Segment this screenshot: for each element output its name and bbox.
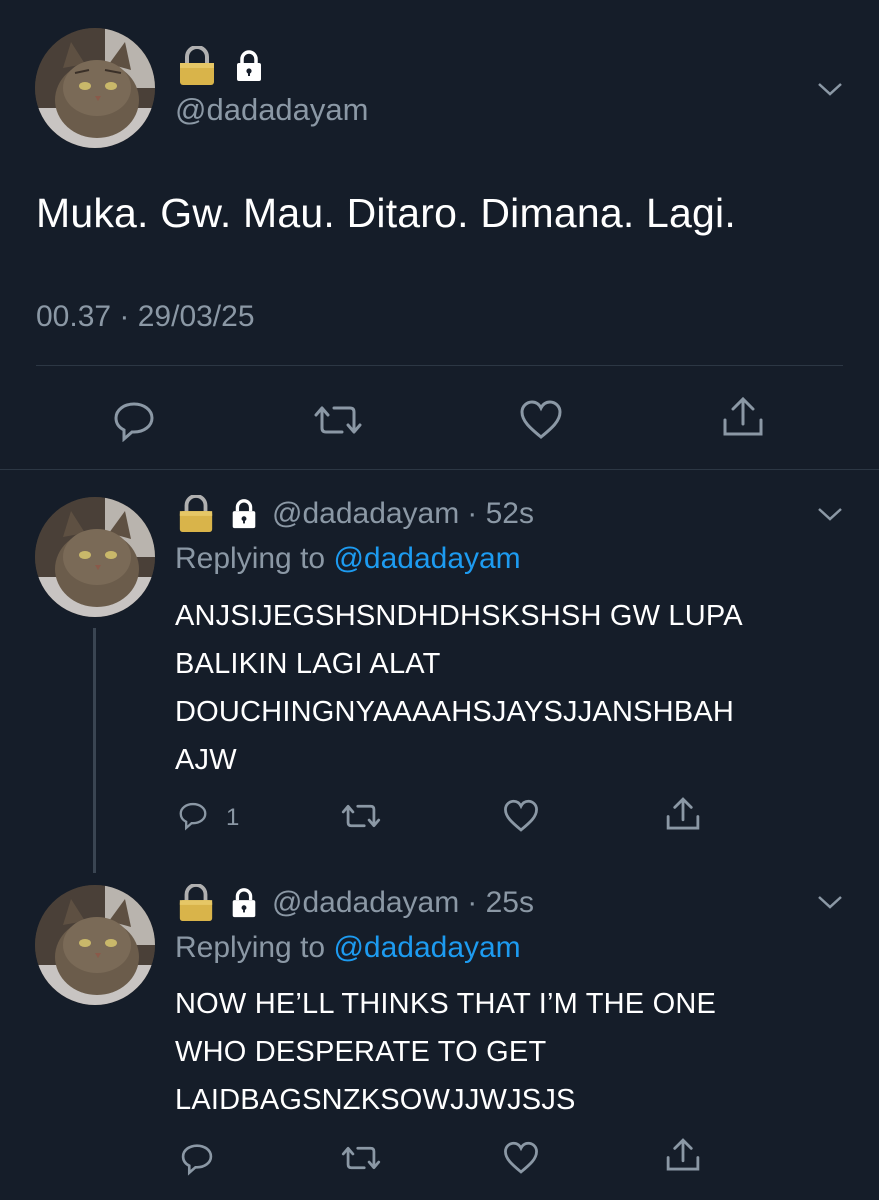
like-icon[interactable] xyxy=(502,1140,540,1176)
reply-time[interactable]: · 52s xyxy=(467,497,534,531)
divider xyxy=(36,365,843,366)
tweet-text: Muka. Gw. Mau. Ditaro. Dimana. Lagi. xyxy=(36,190,736,236)
divider xyxy=(0,469,879,470)
badges xyxy=(176,46,266,86)
reply-text: NOW HE’LL THINKS THAT I’M THE ONE WHO DE… xyxy=(175,980,855,1124)
share-icon[interactable] xyxy=(720,394,766,440)
cat-avatar xyxy=(35,28,155,148)
share-icon[interactable] xyxy=(664,795,702,833)
like-icon[interactable] xyxy=(502,798,540,834)
reply-text-line: NOW HE’LL THINKS THAT I’M THE ONE xyxy=(175,988,717,1020)
lock-icon xyxy=(232,888,256,918)
retweet-icon[interactable] xyxy=(340,1140,382,1176)
retweet-icon[interactable] xyxy=(312,398,364,442)
reply-handle[interactable]: @dadadayam xyxy=(272,497,459,531)
replying-to: Replying to @dadadayam xyxy=(175,542,521,576)
like-icon[interactable] xyxy=(518,398,564,442)
avatar[interactable] xyxy=(35,497,155,617)
gold-lock-icon xyxy=(179,495,213,533)
reply-header: @dadadayam · 52s xyxy=(176,495,534,533)
reply-text-line: WHO DESPERATE TO GET xyxy=(175,1036,547,1068)
reply-text-line: LAIDBAGSNZKSOWJJWJSJS xyxy=(175,1084,576,1116)
thread-line xyxy=(93,628,96,873)
cat-avatar xyxy=(35,885,155,1005)
avatar[interactable] xyxy=(35,885,155,1005)
reply-count: 1 xyxy=(226,804,240,831)
replying-handle-link[interactable]: @dadadayam xyxy=(333,931,520,964)
gold-lock-icon xyxy=(180,46,214,85)
replying-prefix: Replying to xyxy=(175,931,326,964)
chevron-down-icon[interactable] xyxy=(816,893,844,911)
replying-handle-link[interactable]: @dadadayam xyxy=(333,542,520,575)
lock-icon xyxy=(232,499,256,529)
cat-avatar xyxy=(35,497,155,617)
replying-prefix: Replying to xyxy=(175,542,326,575)
retweet-icon[interactable] xyxy=(340,798,382,834)
gold-lock-icon xyxy=(179,884,213,922)
author-handle[interactable]: @dadadayam xyxy=(175,92,368,128)
reply-icon[interactable] xyxy=(180,1140,214,1176)
lock-icon xyxy=(237,50,262,81)
reply-text-line: ANJSIJEGSHSNDHDHSKSHSH GW LUPA xyxy=(175,600,743,632)
reply-time[interactable]: · 25s xyxy=(467,886,534,920)
reply-header: @dadadayam · 25s xyxy=(176,884,534,922)
reply-icon[interactable] xyxy=(112,398,156,442)
reply-handle[interactable]: @dadadayam xyxy=(272,886,459,920)
timestamp[interactable]: 00.37 · 29/03/25 xyxy=(36,300,255,334)
replying-to: Replying to @dadadayam xyxy=(175,931,521,965)
chevron-down-icon[interactable] xyxy=(816,80,844,98)
reply-text-line: AJW xyxy=(175,744,237,776)
reply-text: ANJSIJEGSHSNDHDHSKSHSH GW LUPA BALIKIN L… xyxy=(175,592,855,784)
share-icon[interactable] xyxy=(664,1136,702,1174)
reply-icon[interactable] xyxy=(178,798,208,832)
avatar[interactable] xyxy=(35,28,155,148)
reply-text-line: BALIKIN LAGI ALAT xyxy=(175,648,441,680)
chevron-down-icon[interactable] xyxy=(816,505,844,523)
reply-text-line: DOUCHINGNYAAAAHSJAYSJJANSHBAH xyxy=(175,696,735,728)
